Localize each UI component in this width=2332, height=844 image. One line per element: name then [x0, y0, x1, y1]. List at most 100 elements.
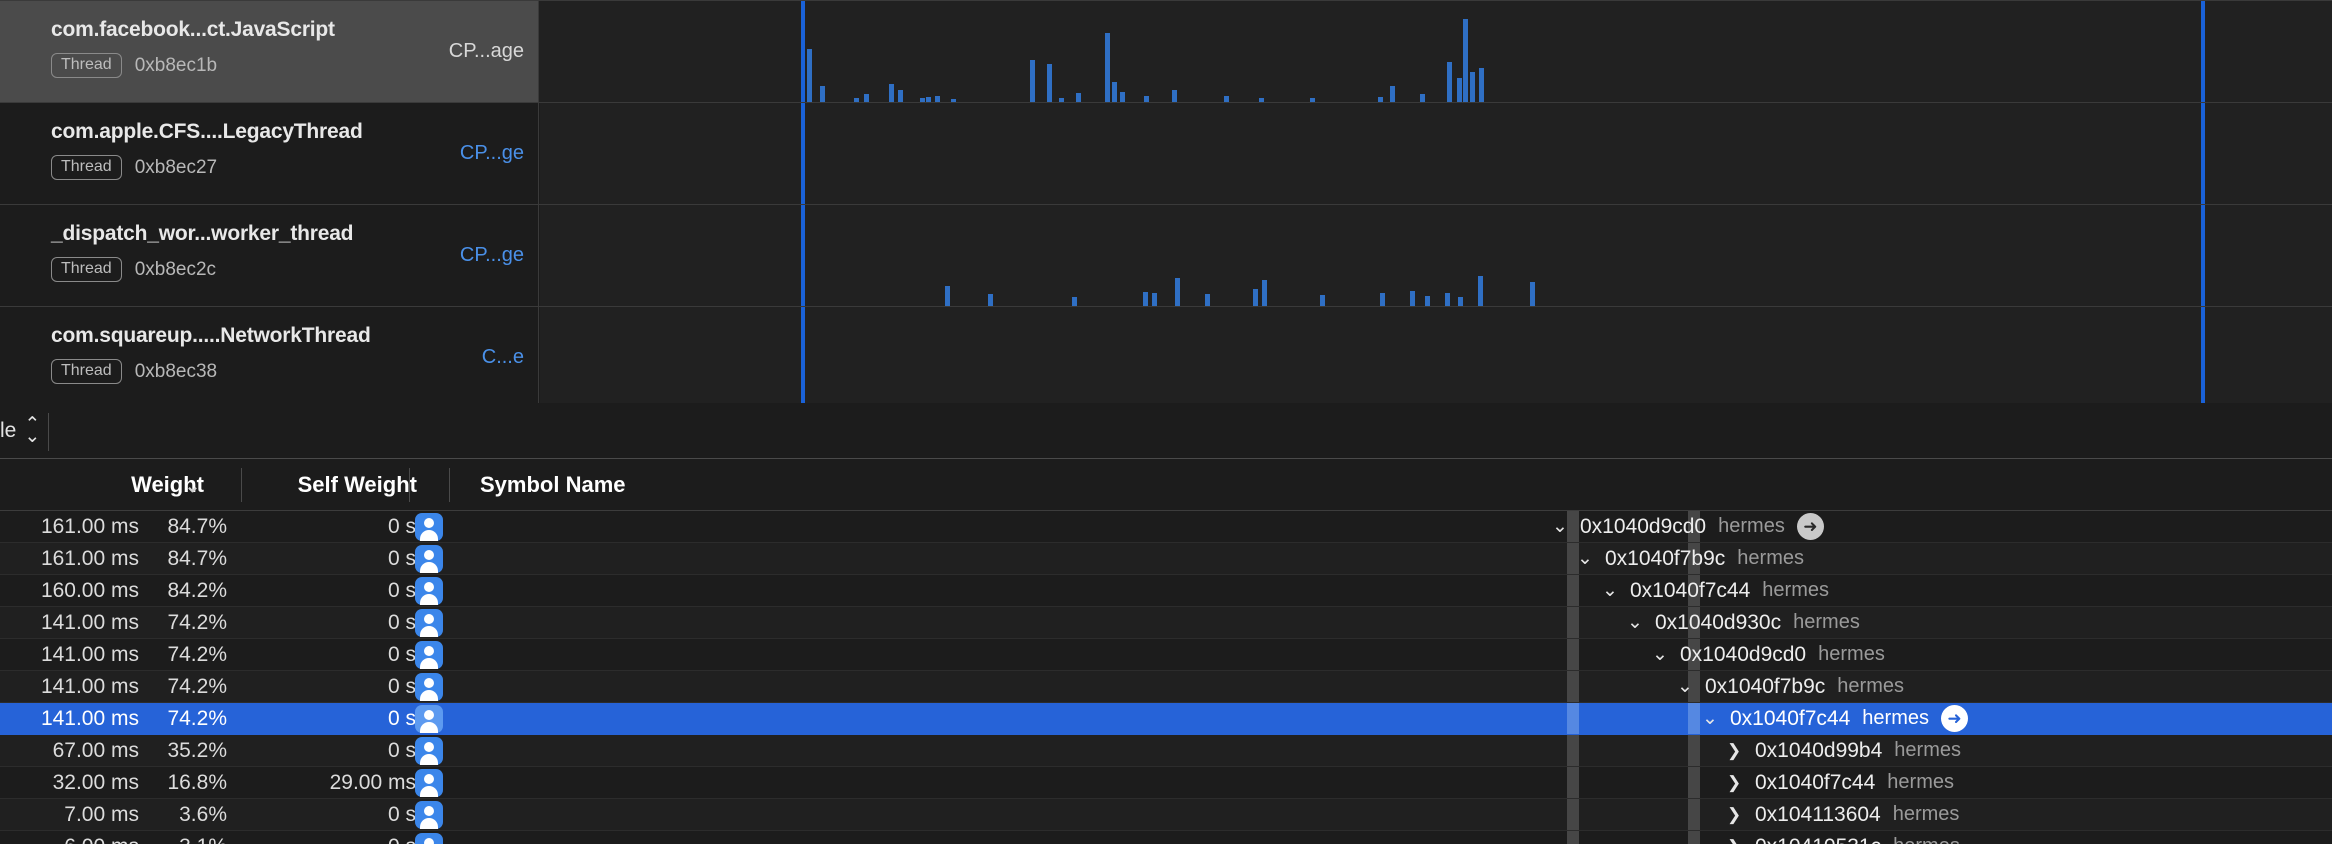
cell-self-weight: 0 s: [387, 706, 416, 730]
track-graph-lane[interactable]: [540, 205, 2332, 306]
track-metric-label[interactable]: C...e: [482, 307, 524, 408]
tree-depth-guide: [1567, 831, 1579, 844]
timeline-track-row[interactable]: com.squareup.....NetworkThread Thread 0xb8…: [0, 307, 2332, 409]
track-meta: Thread 0xb8ec38: [51, 359, 217, 384]
chevron-down-icon[interactable]: ⌄: [1577, 547, 1593, 570]
track-metric-label[interactable]: CP...age: [449, 1, 524, 102]
weight-value: 67.00 ms: [52, 738, 139, 762]
column-separator[interactable]: [409, 468, 410, 502]
cpu-usage-spike: [889, 84, 894, 102]
person-icon: [415, 833, 443, 844]
weight-percent: 74.2%: [167, 706, 227, 730]
call-tree-mode-label: le: [0, 418, 17, 442]
focus-arrow-icon[interactable]: ➜: [1796, 513, 1824, 540]
timeline-track-row[interactable]: _dispatch_wor...worker_thread Thread 0xb8e…: [0, 205, 2332, 307]
chevron-down-icon[interactable]: ⌄: [1602, 579, 1618, 602]
chevron-right-icon[interactable]: ❯: [1727, 773, 1743, 793]
chevron-down-icon[interactable]: ⌄: [185, 476, 200, 497]
column-header-self-weight[interactable]: Self Weight: [243, 459, 425, 510]
playhead-marker[interactable]: [801, 1, 805, 102]
cpu-usage-spike: [1463, 19, 1468, 102]
table-row[interactable]: 6.00 ms 3.1% 0 s ❯ 0x10410531c hermes: [0, 831, 2332, 844]
chevron-down-icon[interactable]: ⌄: [1627, 611, 1643, 634]
call-tree-mode-popup[interactable]: le ⌃ ⌄: [0, 403, 40, 458]
timeline-track-row[interactable]: com.facebook...ct.JavaScript Thread 0xb8ec…: [0, 1, 2332, 103]
person-icon: [415, 641, 443, 669]
chevron-down-icon[interactable]: ⌄: [1552, 515, 1568, 538]
symbol-binary: hermes: [1818, 643, 1885, 665]
playhead-marker[interactable]: [801, 205, 805, 306]
cpu-usage-spike: [935, 96, 940, 102]
cpu-usage-spike: [1262, 280, 1267, 306]
playhead-marker[interactable]: [801, 103, 805, 204]
playhead-marker[interactable]: [2201, 205, 2205, 306]
cell-self-weight: 29.00 ms: [329, 770, 416, 794]
table-row[interactable]: 161.00 ms 84.7% 0 s ⌄ 0x1040f7b9c hermes: [0, 543, 2332, 575]
column-separator[interactable]: [449, 468, 450, 502]
cpu-usage-spike: [1105, 33, 1110, 102]
thread-badge: Thread: [51, 53, 122, 78]
cpu-usage-spike: [864, 94, 869, 102]
cell-weight: 141.00 ms 74.2%: [0, 703, 240, 734]
cell-symbol-name: ❯ 0x1040f7c44 hermes: [1727, 767, 1954, 798]
track-header[interactable]: com.apple.CFS....LegacyThread Thread 0xb8e…: [0, 103, 539, 204]
cell-self-weight: 0 s: [387, 578, 416, 602]
column-separator[interactable]: [241, 468, 242, 502]
thread-id: 0xb8ec2c: [134, 258, 217, 280]
chevron-down-icon[interactable]: ⌄: [1652, 643, 1668, 666]
cell-weight: 32.00 ms 16.8%: [0, 767, 240, 798]
weight-value: 161.00 ms: [40, 514, 139, 538]
table-row[interactable]: 160.00 ms 84.2% 0 s ⌄ 0x1040f7c44 hermes: [0, 575, 2332, 607]
table-row[interactable]: 161.00 ms 84.7% 0 s ⌄ 0x1040d9cd0 hermes ➜: [0, 511, 2332, 543]
chevron-right-icon[interactable]: ❯: [1727, 837, 1743, 844]
playhead-marker[interactable]: [2201, 103, 2205, 204]
chevron-right-icon[interactable]: ❯: [1727, 805, 1743, 825]
table-row[interactable]: 141.00 ms 74.2% 0 s ⌄ 0x1040f7c44 hermes ➜: [0, 703, 2332, 735]
cpu-usage-spike: [807, 49, 812, 102]
cell-weight: 161.00 ms 84.7%: [0, 543, 240, 574]
chevron-right-icon[interactable]: ❯: [1727, 741, 1743, 761]
call-tree-table: Weight ⌄ Self Weight Symbol Name 161.00 …: [0, 459, 2332, 844]
symbol-binary: hermes: [1793, 611, 1860, 633]
column-header-symbol-name[interactable]: Symbol Name: [480, 459, 626, 510]
track-metric-label[interactable]: CP...ge: [460, 103, 524, 204]
track-graph-lane[interactable]: [540, 1, 2332, 102]
table-row[interactable]: 7.00 ms 3.6% 0 s ❯ 0x104113604 hermes: [0, 799, 2332, 831]
symbol-binary: hermes: [1892, 803, 1960, 825]
weight-value: 6.00 ms: [64, 835, 139, 844]
tree-depth-guide: [1688, 767, 1700, 798]
cpu-usage-spike: [1380, 293, 1385, 306]
focus-arrow-icon[interactable]: ➜: [1940, 705, 1968, 732]
chevron-down-icon[interactable]: ⌄: [1702, 707, 1718, 730]
tree-depth-guide: [1688, 831, 1700, 844]
table-row[interactable]: 141.00 ms 74.2% 0 s ⌄ 0x1040d9cd0 hermes: [0, 639, 2332, 671]
timeline-track-row[interactable]: com.apple.CFS....LegacyThread Thread 0xb8e…: [0, 103, 2332, 205]
track-graph-lane[interactable]: [540, 103, 2332, 204]
playhead-marker[interactable]: [801, 307, 805, 408]
weight-value: 161.00 ms: [40, 546, 139, 570]
stepper-icon[interactable]: ⌃ ⌄: [24, 415, 40, 445]
playhead-marker[interactable]: [2201, 1, 2205, 102]
chevron-down-icon[interactable]: ⌄: [1677, 675, 1693, 698]
cpu-usage-spike: [1030, 60, 1035, 102]
symbol-address: 0x10410531c: [1755, 835, 1881, 844]
table-row[interactable]: 141.00 ms 74.2% 0 s ⌄ 0x1040d930c hermes: [0, 607, 2332, 639]
table-row[interactable]: 141.00 ms 74.2% 0 s ⌄ 0x1040f7b9c hermes: [0, 671, 2332, 703]
column-header-weight[interactable]: Weight ⌄: [0, 459, 240, 510]
cpu-usage-spike: [854, 98, 859, 102]
track-header[interactable]: com.squareup.....NetworkThread Thread 0xb8…: [0, 307, 539, 408]
track-metric-label[interactable]: CP...ge: [460, 205, 524, 306]
table-row[interactable]: 32.00 ms 16.8% 29.00 ms ❯ 0x1040f7c44 hermes: [0, 767, 2332, 799]
track-header[interactable]: com.facebook...ct.JavaScript Thread 0xb8ec…: [0, 1, 539, 102]
track-graph-lane[interactable]: [540, 307, 2332, 408]
symbol-binary: hermes: [1887, 771, 1954, 793]
track-header[interactable]: _dispatch_wor...worker_thread Thread 0xb8e…: [0, 205, 539, 306]
symbol-address: 0x1040f7c44: [1730, 706, 1851, 730]
table-row[interactable]: 67.00 ms 35.2% 0 s ❯ 0x1040d99b4 hermes: [0, 735, 2332, 767]
cell-weight: 141.00 ms 74.2%: [0, 671, 240, 702]
tree-depth-guide: [1567, 703, 1579, 734]
cpu-usage-spike: [1175, 278, 1180, 306]
playhead-marker[interactable]: [2201, 307, 2205, 408]
weight-value: 141.00 ms: [40, 674, 139, 698]
person-icon: [415, 609, 443, 637]
